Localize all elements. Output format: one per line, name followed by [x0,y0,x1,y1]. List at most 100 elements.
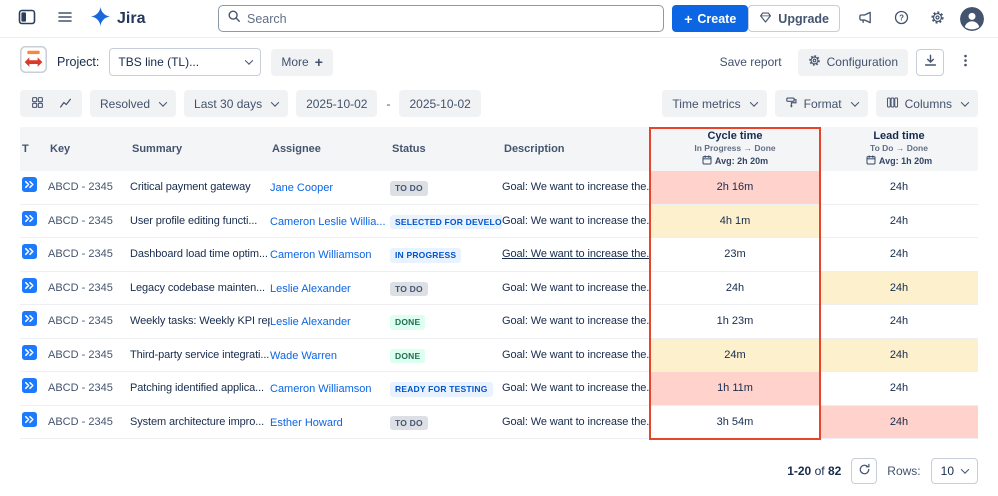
chevron-down-icon [850,98,858,106]
status-cell: IN PROGRESS [390,245,502,263]
table-row[interactable]: ABCD - 2345 Critical payment gateway Jan… [20,171,978,205]
global-search[interactable] [218,5,664,32]
row-summary: System architecture impro... [130,416,270,428]
row-description: Goal: We want to increase the... [502,315,650,327]
table-row[interactable]: ABCD - 2345 Legacy codebase mainten... L… [20,272,978,306]
help-button[interactable]: ? [888,6,914,32]
help-icon: ? [894,10,909,28]
columns-dropdown[interactable]: Columns [876,90,978,117]
megaphone-icon [858,10,873,28]
row-assignee[interactable]: Esther Howard [270,417,343,429]
issue-type-icon [22,378,37,398]
export-icon [923,53,938,71]
row-assignee[interactable]: Wade Warren [270,350,337,362]
lead-time-title: Lead time [820,130,978,144]
search-input[interactable] [247,12,655,26]
row-summary: Dashboard load time optim... [130,248,270,260]
export-button[interactable] [916,49,944,76]
configuration-button[interactable]: Configuration [798,49,908,76]
lead-cell: 24h [820,372,978,405]
user-avatar[interactable] [960,7,984,31]
row-description: Goal: We want to increase the... [502,382,650,394]
row-assignee[interactable]: Leslie Alexander [270,283,351,295]
table-row[interactable]: ABCD - 2345 Patching identified applica.… [20,372,978,406]
row-assignee[interactable]: Cameron Williamson [270,249,371,261]
grid-view-icon [31,96,44,112]
view-switcher [20,90,82,117]
period-filter-dropdown[interactable]: Last 30 days [184,90,288,117]
status-filter-dropdown[interactable]: Resolved [90,90,176,117]
row-assignee[interactable]: Cameron Leslie Willia... [270,216,386,228]
type-cell [20,278,48,298]
type-cell [20,311,48,331]
issues-table: T Key Summary Assignee Status Descriptio… [20,127,978,439]
table-row[interactable]: ABCD - 2345 Third-party service integrat… [20,339,978,373]
cycle-cell: 24m [650,339,820,372]
chart-view-button[interactable] [56,94,74,114]
more-options-button[interactable] [952,49,978,75]
jira-logo[interactable]: Jira [90,6,145,32]
hamburger-menu-button[interactable] [52,6,78,32]
type-cell [20,244,48,264]
status-cell: TO DO [390,178,502,196]
row-assignee[interactable]: Jane Cooper [270,182,333,194]
more-button[interactable]: More + [271,49,333,76]
assignee-cell: Leslie Alexander [270,279,390,297]
status-badge: READY FOR TESTING [390,382,493,397]
status-cell: TO DO [390,279,502,297]
row-assignee[interactable]: Cameron Williamson [270,383,371,395]
project-bar: Project: TBS line (TL)... More + Save re… [20,46,978,78]
upgrade-button[interactable]: Upgrade [748,5,840,32]
grid-view-button[interactable] [28,94,46,114]
filter-bar: Resolved Last 30 days 2025-10-02 - 2025-… [20,90,978,117]
date-from-field[interactable]: 2025-10-02 [296,90,377,117]
chevron-down-icon [749,98,757,106]
refresh-button[interactable] [851,458,877,484]
format-dropdown[interactable]: Format [775,90,868,117]
lead-time-subtitle: To Do → Done [820,143,978,154]
table-row[interactable]: ABCD - 2345 Weekly tasks: Weekly KPI rep… [20,305,978,339]
cycle-cell: 4h 1m [650,205,820,238]
cycle-cell: 3h 54m [650,406,820,439]
cycle-time-subtitle: In Progress → Done [650,143,820,154]
status-cell: DONE [390,346,502,364]
status-badge: DONE [390,315,425,330]
row-assignee[interactable]: Leslie Alexander [270,316,351,328]
issue-type-icon [22,211,37,231]
lead-cell: 24h [820,339,978,372]
svg-text:?: ? [899,13,904,22]
table-row[interactable]: ABCD - 2345 Dashboard load time optim...… [20,238,978,272]
issue-type-icon [22,311,37,331]
columns-label: Columns [905,97,952,111]
date-to-field[interactable]: 2025-10-02 [399,90,480,117]
cycle-cell: 24h [650,272,820,305]
announcements-button[interactable] [852,6,878,32]
time-metrics-dropdown[interactable]: Time metrics [662,90,766,117]
status-cell: SELECTED FOR DEVELOP... [390,212,502,230]
topbar-left: Jira [14,6,218,32]
row-summary: Critical payment gateway [130,181,270,193]
topbar-icons: ? [852,6,984,32]
lead-cell: 24h [820,205,978,238]
app-name: Jira [117,10,145,28]
sidebar-toggle-button[interactable] [14,6,40,32]
project-select[interactable]: TBS line (TL)... [109,48,261,76]
cycle-cell: 2h 16m [650,171,820,204]
lead-cell: 24h [820,406,978,439]
table-row[interactable]: ABCD - 2345 User profile editing functi.… [20,205,978,239]
table-row[interactable]: ABCD - 2345 System architecture impro...… [20,406,978,440]
create-button[interactable]: + Create [672,5,748,32]
rows-per-page-select[interactable]: 10 [931,458,978,484]
row-summary: Weekly tasks: Weekly KPI repo... [130,315,270,327]
search-icon [227,9,241,28]
assignee-cell: Cameron Williamson [270,245,390,263]
settings-button[interactable] [924,6,950,32]
pagination-bar: 1-20 of 82 Rows: 10 [20,457,978,484]
save-report-button[interactable]: Save report [712,49,790,76]
col-header-status: Status [390,143,502,155]
line-chart-icon [59,96,72,112]
plus-icon: + [684,12,692,26]
assignee-cell: Wade Warren [270,346,390,364]
col-header-type: T [20,143,48,155]
col-header-summary: Summary [130,143,270,155]
